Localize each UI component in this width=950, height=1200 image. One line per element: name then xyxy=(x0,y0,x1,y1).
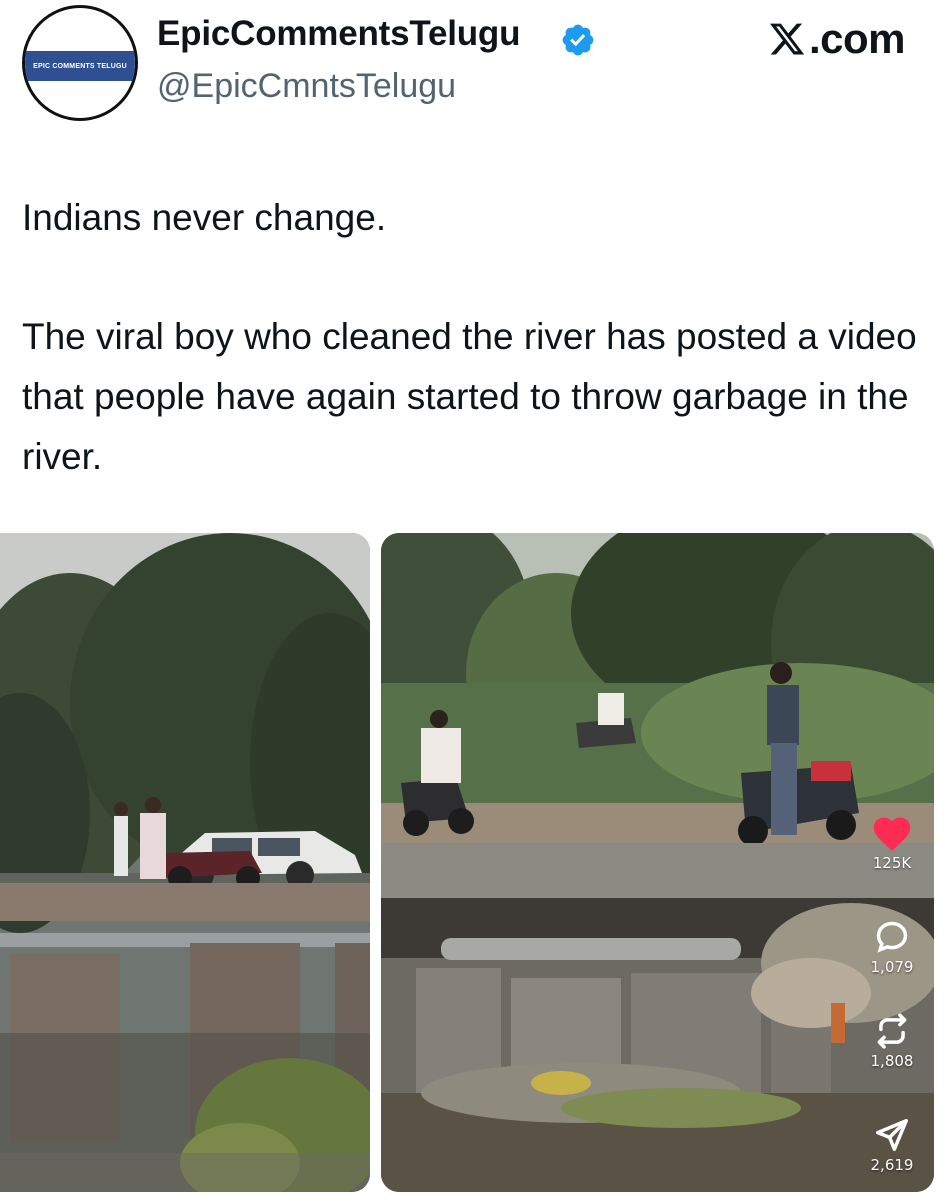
brand-label: .com xyxy=(808,15,906,62)
media-image-left[interactable] xyxy=(0,533,370,1192)
avatar[interactable]: EPIC COMMENTS TELUGU xyxy=(22,5,138,121)
account-handle[interactable]: @EpicCmntsTelugu xyxy=(157,67,456,106)
like-count: 125K xyxy=(872,854,912,872)
share-action[interactable]: 2,619 xyxy=(852,1116,932,1174)
comment-icon xyxy=(876,921,908,953)
x-logo-icon xyxy=(769,23,805,55)
share-icon xyxy=(876,1119,908,1151)
share-count: 2,619 xyxy=(870,1156,914,1174)
comment-action[interactable]: 1,079 xyxy=(852,918,932,976)
brand-link[interactable]: .com xyxy=(767,15,906,63)
avatar-text: EPIC COMMENTS TELUGU xyxy=(33,62,127,70)
tweet-paragraph-2: The viral boy who cleaned the river has … xyxy=(22,316,917,477)
repost-action[interactable]: 1,808 xyxy=(852,1012,932,1070)
river-bridge-car-photo xyxy=(0,533,370,1192)
repost-icon xyxy=(877,1013,907,1049)
tweet-paragraph-1: Indians never change. xyxy=(22,197,387,238)
heart-icon xyxy=(873,817,911,851)
video-action-rail: 125K 1,079 1,808 2,619 xyxy=(852,812,932,1192)
comment-count: 1,079 xyxy=(870,958,914,976)
verified-badge-icon xyxy=(562,24,594,56)
tweet-header: EPIC COMMENTS TELUGU EpicCommentsTelugu … xyxy=(0,0,950,130)
repost-count: 1,808 xyxy=(870,1052,914,1070)
display-name[interactable]: EpicCommentsTelugu xyxy=(157,14,520,54)
avatar-banner: EPIC COMMENTS TELUGU xyxy=(25,51,135,81)
like-action[interactable]: 125K xyxy=(852,812,932,872)
tweet-text: Indians never change. The viral boy who … xyxy=(22,188,932,487)
